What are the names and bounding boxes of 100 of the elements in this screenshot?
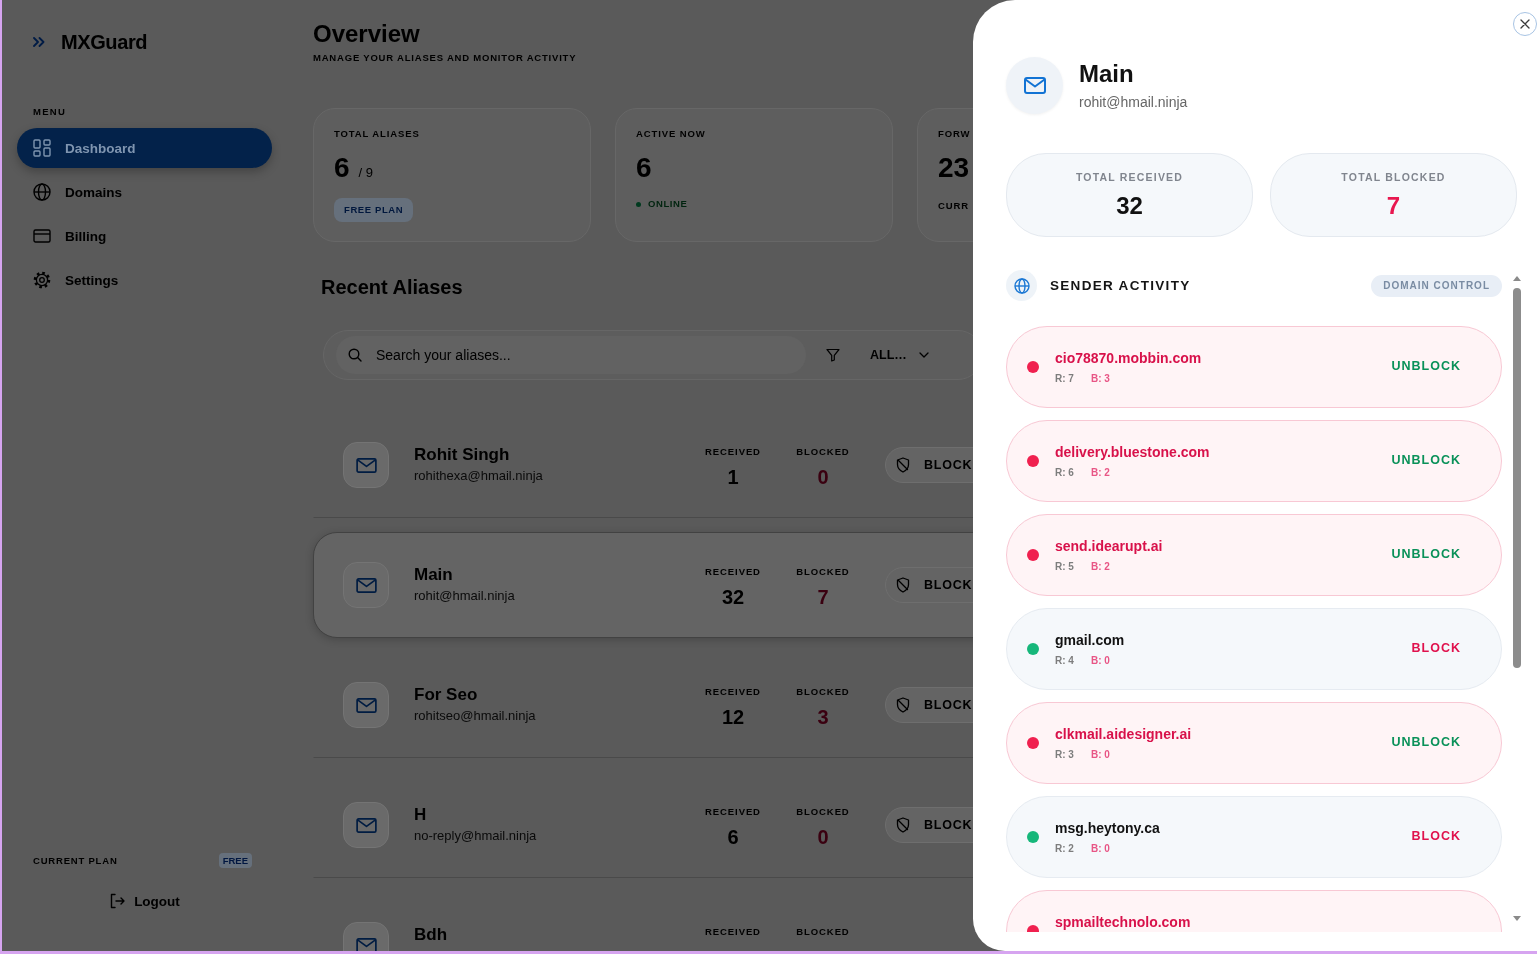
alias-email: no-reply@hmail.ninja: [414, 828, 538, 844]
alias-email: rohit@hmail.ninja: [1079, 94, 1188, 110]
logout-button[interactable]: Logout: [109, 891, 180, 911]
globe-icon: [1006, 270, 1037, 301]
block-button[interactable]: BLOCK: [885, 447, 973, 483]
received-label: RECEIVED: [705, 446, 761, 457]
settings-icon: [33, 271, 51, 289]
double-chevron-icon[interactable]: [33, 37, 45, 47]
received-count: 1: [727, 465, 739, 489]
logout-icon: [109, 893, 126, 909]
received-count: R: 5: [1055, 561, 1074, 573]
search-field[interactable]: Search your aliases...: [336, 336, 806, 374]
alias-row[interactable]: Main rohit@hmail.ninja RECEIVED 32 BLOCKED 7 BLOCK: [313, 532, 973, 638]
alias-name: For Seo: [414, 684, 479, 706]
section-title: Recent Aliases: [321, 275, 464, 299]
sender-action-button[interactable]: UNBLOCK: [1391, 359, 1461, 374]
received-label: RECEIVED: [705, 686, 761, 697]
total-value: 7: [1385, 192, 1402, 220]
stat-value: 6: [334, 152, 350, 184]
chevron-down-icon: [918, 352, 929, 358]
scroll-up-icon[interactable]: [1513, 276, 1521, 281]
blocked-count: 7: [817, 585, 829, 609]
blocked-count: B: 3: [1090, 373, 1110, 385]
close-icon: [1520, 19, 1530, 29]
blocked-label: BLOCKED: [796, 806, 850, 817]
shield-slash-icon: [896, 577, 910, 593]
alias-email: rohit@hmail.ninja: [414, 588, 516, 604]
alias-name: Bdh: [414, 924, 449, 946]
scrollbar-thumb[interactable]: [1513, 288, 1521, 668]
stat-label: TOTAL ALIASES: [334, 128, 420, 139]
mail-icon: [343, 562, 389, 608]
page-title: Overview: [313, 20, 421, 48]
alias-name: H: [414, 804, 428, 826]
alias-email: rohitseo@hmail.ninja: [414, 708, 537, 724]
blocked-count: 0: [817, 465, 829, 489]
page-subtitle: MANAGE YOUR ALIASES AND MONITOR ACTIVITY: [313, 52, 578, 63]
sender-domain: gmail.com: [1055, 631, 1125, 649]
blocked-count: 0: [817, 825, 829, 849]
menu-section-label: MENU: [32, 106, 68, 117]
section-heading: SENDER ACTIVITY: [1050, 277, 1191, 294]
plan-label: CURRENT PLAN: [33, 854, 118, 866]
stat-label: FORW: [938, 128, 971, 139]
alias-name: Rohit Singh: [414, 444, 511, 466]
credit-card-icon: [33, 227, 51, 245]
sender-domain: send.idearupt.ai: [1055, 537, 1163, 555]
received-count: R: 6: [1055, 467, 1074, 479]
sidebar-nav-item[interactable]: Dashboard: [17, 128, 272, 168]
alias-name: Main: [414, 564, 454, 586]
mail-icon: [343, 802, 389, 848]
sender-domain: clkmail.aidesigner.ai: [1055, 725, 1192, 743]
received-label: RECEIVED: [705, 926, 761, 937]
grid-icon: [33, 139, 51, 157]
sidebar-nav-item[interactable]: Domains: [17, 172, 272, 212]
plan-badge: FREE: [218, 852, 252, 868]
mail-icon: [1006, 57, 1063, 114]
sender-domain: msg.heytony.ca: [1055, 819, 1160, 837]
sender-action-button[interactable]: UNBLOCK: [1391, 547, 1461, 562]
received-count: R: 4: [1055, 655, 1074, 667]
blocked-label: BLOCKED: [796, 446, 850, 457]
filter-dropdown[interactable]: ALL…: [820, 340, 935, 370]
sidebar-nav-item[interactable]: Billing: [17, 216, 272, 256]
sender-action-button[interactable]: UNBLOCK: [1391, 453, 1461, 468]
blocked-count: B: 2: [1090, 467, 1110, 479]
close-button[interactable]: [1513, 12, 1537, 36]
sender-domain: spmailtechnolo.com: [1055, 913, 1191, 931]
blocked-label: BLOCKED: [796, 566, 850, 577]
received-count: R: 3: [1055, 749, 1074, 761]
total-label: TOTAL BLOCKED: [1340, 171, 1447, 183]
total-label: TOTAL RECEIVED: [1074, 171, 1185, 183]
globe-icon: [33, 183, 51, 201]
received-label: RECEIVED: [705, 566, 761, 577]
stat-value: 6: [636, 152, 652, 184]
blocked-label: BLOCKED: [796, 926, 850, 937]
mail-icon: [343, 442, 389, 488]
sender-action-button[interactable]: BLOCK: [1411, 829, 1461, 844]
filter-icon: [826, 348, 840, 362]
stat-limit: / 9: [358, 165, 374, 181]
alias-email: rohithexa@hmail.ninja: [414, 468, 544, 484]
block-button[interactable]: BLOCK: [885, 807, 973, 843]
blocked-count: B: 0: [1090, 843, 1110, 855]
sender-domain: cio78870.mobbin.com: [1055, 349, 1202, 367]
blocked-count: B: 0: [1090, 655, 1110, 667]
received-count: 12: [721, 705, 745, 729]
received-label: RECEIVED: [705, 806, 761, 817]
status-text: ONLINE: [648, 198, 688, 210]
block-button[interactable]: BLOCK: [885, 567, 973, 603]
stat-label: ACTIVE NOW: [636, 128, 706, 139]
mail-icon: [343, 682, 389, 728]
domain-control-badge: DOMAIN CONTROL: [1371, 274, 1502, 297]
block-button[interactable]: BLOCK: [885, 687, 973, 723]
plan-badge: FREE PLAN: [334, 198, 414, 222]
search-icon: [348, 348, 362, 362]
blocked-label: BLOCKED: [796, 686, 850, 697]
status-dot-icon: [636, 201, 641, 207]
sender-action-button[interactable]: BLOCK: [1411, 641, 1461, 656]
sidebar-nav-item[interactable]: Settings: [17, 260, 272, 300]
scroll-down-icon[interactable]: [1513, 916, 1521, 921]
sender-action-button[interactable]: UNBLOCK: [1391, 735, 1461, 750]
sender-domain: delivery.bluestone.com: [1055, 443, 1210, 461]
received-count: 6: [727, 825, 739, 849]
